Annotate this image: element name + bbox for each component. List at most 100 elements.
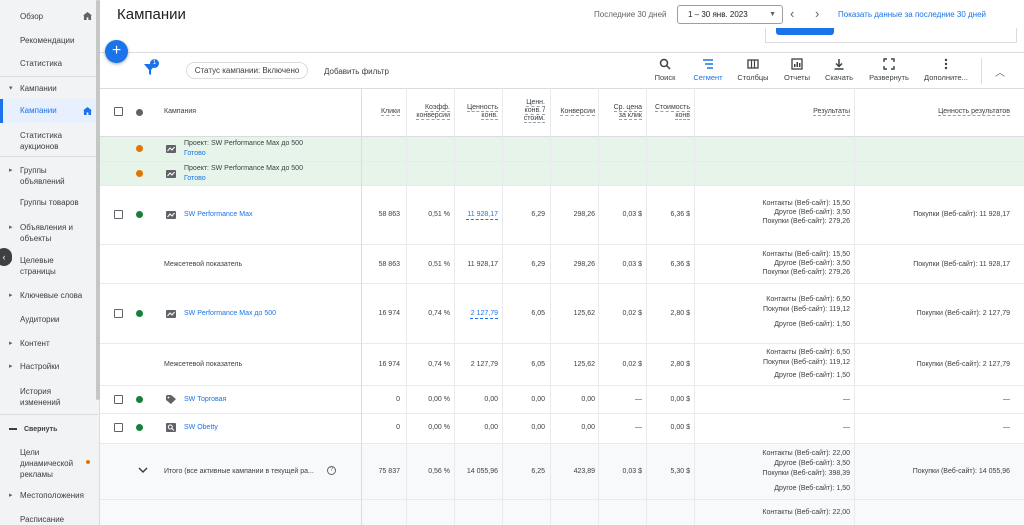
header-conversions[interactable]: Конверсии — [549, 108, 595, 116]
conv-rate-cell: 0,00 % — [428, 424, 450, 431]
help-icon[interactable]: ? — [327, 466, 336, 475]
header-cost-conv[interactable]: Стоимость конв — [646, 104, 690, 120]
sidebar-divider — [0, 414, 98, 415]
header-campaign[interactable]: Кампания — [164, 108, 196, 116]
header-clicks[interactable]: Клики — [362, 108, 400, 116]
conv-rate-cell: 0,51 % — [428, 211, 450, 218]
expand-tool-button[interactable]: Развернуть — [859, 58, 919, 82]
table-header: Кампания Клики Коэфф. конверсии Ценность к… — [100, 88, 1024, 137]
sidebar-item-ad-groups[interactable]: Группы объявлений — [0, 165, 80, 187]
date-range-hint: Последние 30 дней — [594, 10, 667, 19]
table-row[interactable]: SW Performance Max до 500 16 974 0,74 % … — [100, 284, 1024, 344]
header-results-value[interactable]: Ценность результатов — [900, 108, 1010, 116]
sidebar-item-product-groups[interactable]: Группы товаров — [0, 197, 98, 208]
cost-conv-cell: 2,80 $ — [670, 310, 690, 317]
avg-cpc-cell: 0,02 $ — [622, 310, 642, 317]
results-cell: Контакты (Веб-сайт): 22,00 Другое (Веб-са… — [762, 450, 850, 492]
clicks-cell: 0 — [396, 424, 400, 431]
sidebar-item-content[interactable]: Контент — [0, 338, 98, 349]
conv-rate-cell: 0,51 % — [428, 261, 450, 268]
campaign-name-link[interactable]: SW Performance Max до 500 — [184, 309, 276, 318]
left-sidebar: Обзор Рекомендации Статистика Кампании К… — [0, 0, 100, 525]
table-row-draft[interactable]: Проект: SW Performance Max до 500 Готово — [100, 162, 1024, 186]
sidebar-item-recommendations[interactable]: Рекомендации — [0, 35, 98, 46]
conv-value-cell[interactable]: 2 127,79 — [470, 309, 498, 319]
performance-max-icon — [166, 170, 176, 178]
sidebar-collapse-toggle[interactable]: Свернуть — [0, 424, 98, 435]
sidebar-item-keywords[interactable]: Ключевые слова — [0, 290, 98, 301]
sidebar-item-campaigns[interactable]: Кампании — [0, 99, 98, 123]
avg-cpc-cell: 0,03 $ — [622, 468, 642, 475]
cost-conv-cell: 6,36 $ — [670, 211, 690, 218]
more-tool-button[interactable]: Дополните... — [916, 58, 976, 82]
conv-rate-cell: 0,74 % — [428, 310, 450, 317]
draft-status-link[interactable]: Готово — [184, 149, 206, 158]
header-results[interactable]: Результаты — [740, 108, 850, 116]
header-value-cost[interactable]: Ценн. конв. / стоим. — [503, 99, 545, 123]
previous-period-icon[interactable]: ‹ — [790, 5, 794, 22]
next-period-icon[interactable]: › — [815, 5, 819, 22]
sidebar-item-locations[interactable]: Местоположения — [0, 490, 98, 501]
row-checkbox[interactable] — [114, 395, 123, 404]
campaign-name-link[interactable]: SW Торговая — [184, 395, 226, 404]
create-button[interactable]: + — [105, 40, 128, 63]
shopping-tag-icon — [166, 395, 176, 404]
column-divider — [502, 88, 503, 525]
chevron-down-icon[interactable] — [138, 467, 148, 474]
search-campaign-icon — [166, 423, 176, 432]
sidebar-item-settings[interactable]: Настройки — [0, 361, 98, 372]
enabled-status-icon — [136, 310, 143, 317]
campaign-name-link[interactable]: SW Obetty — [184, 423, 218, 432]
sidebar-item-schedule[interactable]: Расписание — [0, 514, 98, 525]
table-row[interactable]: SW Performance Max 58 863 0,51 % 11 928,… — [100, 186, 1024, 245]
show-last-30-days-link[interactable]: Показать данные за последние 30 дней — [838, 10, 986, 19]
overlay-card-button[interactable] — [776, 28, 834, 35]
header-conv-value[interactable]: Ценность конв. — [456, 104, 498, 120]
sidebar-item-change-history[interactable]: История изменений — [0, 386, 76, 408]
row-checkbox[interactable] — [114, 309, 123, 318]
sidebar-item-auction-insights[interactable]: Статистика аукционов — [0, 130, 80, 152]
dropdown-caret-icon: ▼ — [769, 11, 776, 18]
header-avg-cpc[interactable]: Ср. цена за клик — [600, 104, 642, 120]
table-row[interactable]: SW Торговая 0 0,00 % 0,00 0,00 0,00 — 0,… — [100, 386, 1024, 414]
status-column-icon — [136, 109, 143, 116]
chevron-up-icon[interactable]: ︿ — [995, 64, 1005, 79]
date-range-picker[interactable]: 1 – 30 янв. 2023 ▼ — [677, 5, 783, 24]
column-divider — [646, 88, 647, 525]
table-row[interactable]: SW Obetty 0 0,00 % 0,00 0,00 0,00 — 0,00… — [100, 414, 1024, 444]
results-cell: Контакты (Веб-сайт): 15,50 Другое (Веб-са… — [762, 200, 850, 225]
conv-value-cell: 14 055,96 — [466, 468, 498, 475]
reports-icon — [791, 58, 803, 70]
toolbar-divider — [100, 52, 1024, 53]
clicks-cell: 16 974 — [378, 361, 400, 368]
column-divider — [854, 88, 855, 525]
select-all-checkbox[interactable] — [114, 107, 123, 116]
value-cost-cell: 0,00 — [531, 396, 545, 403]
results-value-cell: — — [1003, 424, 1010, 431]
enabled-status-icon — [136, 396, 143, 403]
sidebar-item-audiences[interactable]: Аудитории — [0, 314, 98, 325]
row-checkbox[interactable] — [114, 210, 123, 219]
performance-max-icon — [166, 310, 176, 318]
table-row-draft[interactable]: Проект: SW Performance Max до 500 Готово — [100, 137, 1024, 162]
results-cell: — — [843, 396, 850, 403]
add-filter-button[interactable]: Добавить фильтр — [324, 67, 389, 76]
campaign-name-link[interactable]: SW Performance Max — [184, 210, 252, 219]
results-cell: — — [843, 424, 850, 431]
sidebar-item-overview[interactable]: Обзор — [0, 11, 98, 22]
table-total-row-partial: Контакты (Веб-сайт): 22,00 — [100, 500, 1024, 525]
avg-cpc-cell: 0,03 $ — [622, 261, 642, 268]
total-label: Итого (все активные кампании в текущей р… — [164, 468, 314, 475]
draft-status-link[interactable]: Готово — [184, 174, 206, 183]
sidebar-item-ads-assets[interactable]: Объявления и объекты — [0, 222, 86, 244]
results-cell: Контакты (Веб-сайт): 22,00 — [762, 509, 850, 516]
sidebar-item-dsa-targets[interactable]: Цели динамической рекламы — [0, 447, 73, 480]
row-checkbox[interactable] — [114, 423, 123, 432]
sidebar-item-statistics[interactable]: Статистика — [0, 58, 98, 69]
header-conv-rate[interactable]: Коэфф. конверсии — [408, 104, 450, 120]
conv-value-cell[interactable]: 11 928,17 — [466, 210, 498, 220]
results-value-cell: Покупки (Веб-сайт): 11 928,17 — [913, 261, 1010, 268]
campaign-status-filter-chip[interactable]: Статус кампании: Включено — [186, 62, 308, 79]
sidebar-item-campaigns-group[interactable]: Кампании — [0, 83, 98, 94]
search-icon — [659, 58, 671, 70]
